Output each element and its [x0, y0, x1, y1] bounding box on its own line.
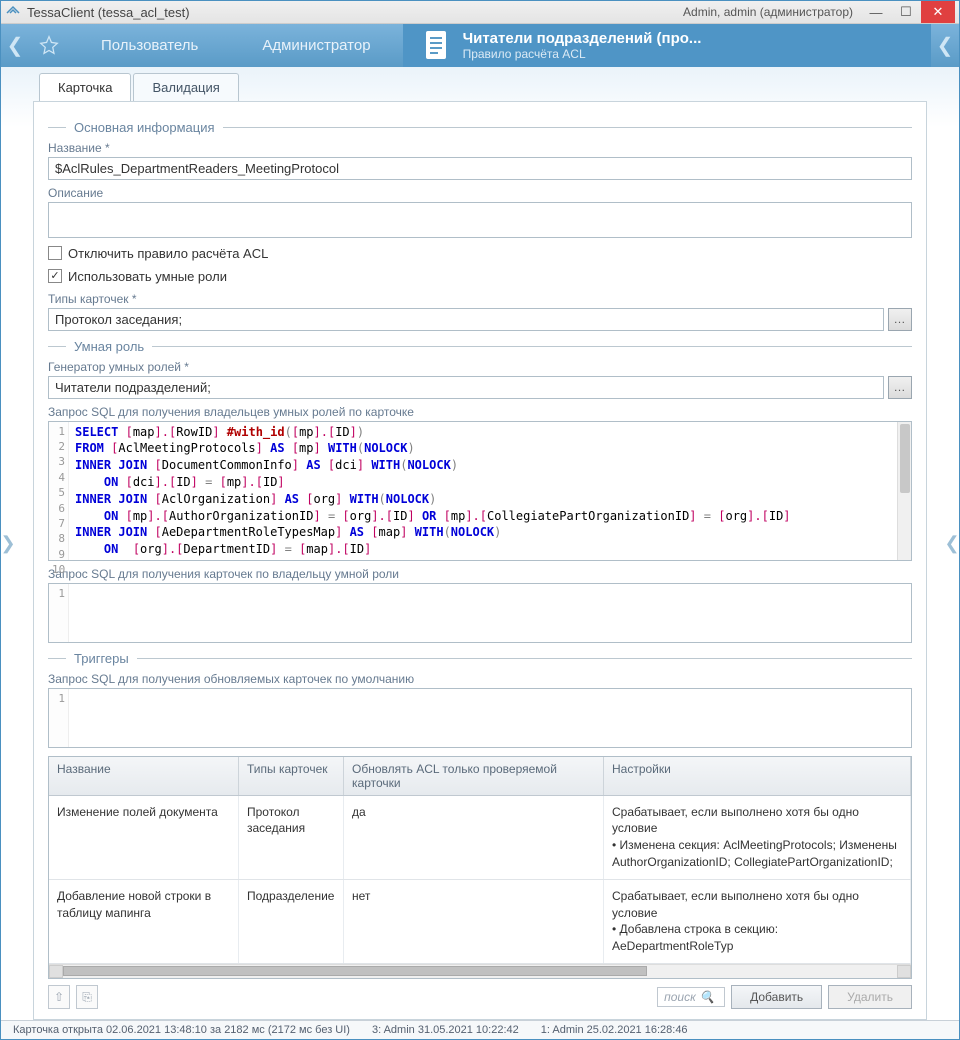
titlebar: TessaClient (tessa_acl_test) Admin, admi…: [1, 1, 959, 24]
add-button[interactable]: Добавить: [731, 985, 822, 1009]
triggers-grid: Название Типы карточек Обновлять ACL тол…: [48, 756, 912, 979]
status-modified: 3: Admin 31.05.2021 10:22:42: [372, 1024, 519, 1036]
window-title: TessaClient (tessa_acl_test): [27, 5, 683, 20]
section-smart-role: Умная роль: [74, 339, 144, 354]
status-opened: Карточка открыта 02.06.2021 13:48:10 за …: [13, 1024, 350, 1036]
use-smart-roles-checkbox[interactable]: [48, 269, 62, 283]
card-types-input[interactable]: [48, 308, 884, 331]
content-area: ❯ Карточка Валидация Основная информация…: [1, 67, 959, 1020]
status-bar: Карточка открыта 02.06.2021 13:48:10 за …: [1, 1020, 959, 1039]
nav-forward-button[interactable]: ❮: [931, 24, 959, 67]
generator-input[interactable]: [48, 376, 884, 399]
user-label: Admin, admin (администратор): [683, 5, 853, 19]
tab-active-card[interactable]: Читатели подразделений (про... Правило р…: [403, 24, 931, 67]
tab-user[interactable]: Пользователь: [69, 24, 230, 67]
active-tab-title: Читатели подразделений (про...: [463, 30, 702, 47]
tab-card[interactable]: Карточка: [39, 73, 131, 101]
maximize-button[interactable]: ☐: [891, 1, 921, 23]
section-main-info: Основная информация: [74, 120, 215, 135]
document-icon: [423, 29, 451, 61]
move-up-button[interactable]: ⇧: [48, 985, 70, 1009]
card-types-browse-button[interactable]: …: [888, 308, 912, 331]
minimize-button[interactable]: —: [861, 1, 891, 23]
favorite-button[interactable]: [29, 24, 69, 67]
code-scrollbar[interactable]: [897, 422, 911, 560]
label-card-types: Типы карточек *: [48, 292, 912, 306]
label-name: Название *: [48, 141, 912, 155]
grid-footer: ⇧ ⎘ поиск🔍 Добавить Удалить: [48, 979, 912, 1009]
card-form: Основная информация Название * Описание …: [33, 101, 927, 1020]
code-gutter: 12345678910: [49, 422, 69, 560]
nav-back-button[interactable]: ❮: [1, 24, 29, 67]
label-generator: Генератор умных ролей *: [48, 360, 912, 374]
grid-horizontal-scrollbar[interactable]: [49, 964, 911, 978]
label-sql-owners: Запрос SQL для получения владельцев умны…: [48, 405, 912, 419]
tab-validation[interactable]: Валидация: [133, 73, 238, 101]
use-smart-roles-label: Использовать умные роли: [68, 269, 227, 284]
label-description: Описание: [48, 186, 912, 200]
active-tab-subtitle: Правило расчёта ACL: [463, 47, 702, 61]
search-icon: 🔍: [700, 990, 715, 1004]
card-tabs: Карточка Валидация: [39, 73, 927, 101]
generator-browse-button[interactable]: …: [888, 376, 912, 399]
col-update-acl[interactable]: Обновлять ACL только проверяемой карточк…: [344, 757, 604, 795]
name-input[interactable]: [48, 157, 912, 180]
table-row[interactable]: Добавление новой строки в таблицу мапинг…: [49, 880, 911, 964]
col-settings[interactable]: Настройки: [604, 757, 911, 795]
close-button[interactable]: ✕: [921, 1, 955, 23]
code-content: SELECT [map].[RowID] #with_id([mp].[ID])…: [69, 422, 897, 560]
status-created: 1: Admin 25.02.2021 16:28:46: [541, 1024, 688, 1036]
main-toolbar: ❮ Пользователь Администратор Читатели по…: [1, 24, 959, 67]
disable-rule-checkbox[interactable]: [48, 246, 62, 260]
sql-default-editor[interactable]: 1: [48, 688, 912, 748]
col-name[interactable]: Название: [49, 757, 239, 795]
tab-admin[interactable]: Администратор: [230, 24, 402, 67]
table-row[interactable]: Изменение полей документа Протокол засед…: [49, 796, 911, 880]
app-icon: [5, 4, 21, 20]
col-card-types[interactable]: Типы карточек: [239, 757, 344, 795]
bookmark-button[interactable]: ⎘: [76, 985, 98, 1009]
sql-cards-editor[interactable]: 1: [48, 583, 912, 643]
label-sql-cards: Запрос SQL для получения карточек по вла…: [48, 567, 912, 581]
label-sql-default: Запрос SQL для получения обновляемых кар…: [48, 672, 912, 686]
panel-right-toggle[interactable]: ❮: [945, 67, 959, 1020]
sql-owners-editor[interactable]: 12345678910 SELECT [map].[RowID] #with_i…: [48, 421, 912, 561]
panel-left-toggle[interactable]: ❯: [1, 67, 15, 1020]
disable-rule-label: Отключить правило расчёта ACL: [68, 246, 268, 261]
description-input[interactable]: [48, 202, 912, 238]
app-window: TessaClient (tessa_acl_test) Admin, admi…: [0, 0, 960, 1040]
grid-search-input[interactable]: поиск🔍: [657, 987, 725, 1007]
section-triggers: Триггеры: [74, 651, 129, 666]
delete-button: Удалить: [828, 985, 912, 1009]
